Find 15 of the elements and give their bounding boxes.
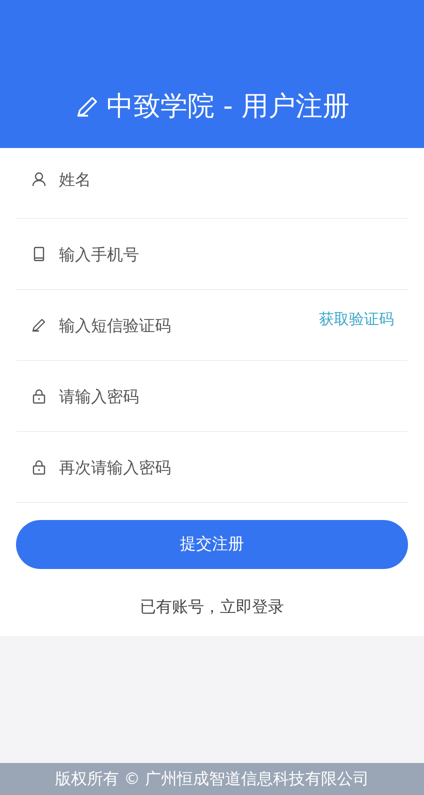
user-icon [31,171,47,187]
lock-icon [31,459,47,475]
input-field[interactable]: 请输入密码 [57,386,394,406]
phone-icon [31,246,47,262]
lock-icon [31,388,47,404]
input-field[interactable]: 输入手机号 [57,244,394,264]
input-field[interactable]: 姓名 [57,168,394,190]
input-field[interactable]: 输入短信验证码 [57,314,309,336]
login-link[interactable]: 已有账号，立即登录 [140,597,284,616]
pencil-icon [31,317,47,333]
page-title: 中致学院 - 用户注册 [106,90,350,124]
submit-button[interactable]: 提交注册 [16,520,408,569]
copyright-text: 版权所有 © 广州恒成智道信息科技有限公司 [54,768,370,790]
get-code-link[interactable]: 获取验证码 [319,310,394,329]
input-field[interactable]: 再次请输入密码 [57,456,394,478]
